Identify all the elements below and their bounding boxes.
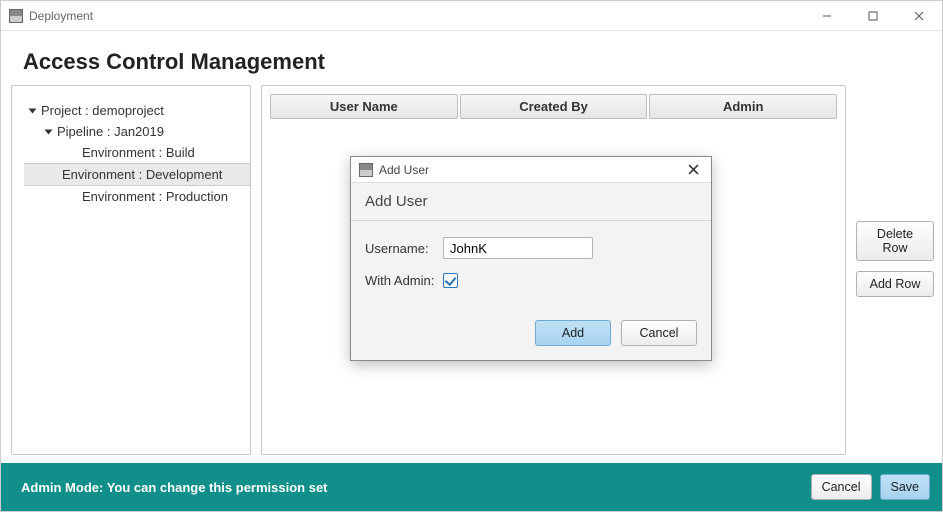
footer-buttons: Cancel Save (811, 474, 930, 500)
th-created-by[interactable]: Created By (460, 94, 648, 119)
page-header: Access Control Management (1, 31, 942, 85)
dialog-actions: Add Cancel (351, 312, 711, 360)
with-admin-checkbox[interactable] (443, 273, 458, 288)
minimize-button[interactable] (804, 1, 850, 31)
content-area: Project : demoproject Pipeline : Jan2019… (1, 85, 942, 463)
tree-env-build[interactable]: Environment : Build (78, 142, 240, 163)
delete-row-button[interactable]: Delete Row (856, 221, 934, 261)
main-panel: User Name Created By Admin Add User Add … (261, 85, 846, 455)
chevron-down-icon (45, 129, 53, 134)
th-admin[interactable]: Admin (649, 94, 837, 119)
table-header: User Name Created By Admin (270, 94, 837, 119)
app-icon (9, 9, 23, 23)
dialog-cancel-button[interactable]: Cancel (621, 320, 697, 346)
tree-project[interactable]: Project : demoproject (26, 100, 240, 121)
tree-pipeline[interactable]: Pipeline : Jan2019 (42, 121, 240, 142)
tree-env-dev-label: Environment : Development (62, 167, 222, 182)
chevron-down-icon (29, 108, 37, 113)
add-user-dialog: Add User Add User Username: With Admin: (350, 156, 712, 361)
dialog-close-button[interactable] (683, 160, 703, 180)
username-label: Username: (365, 241, 443, 256)
tree-pipeline-label: Pipeline : Jan2019 (57, 124, 164, 139)
tree-env-build-label: Environment : Build (82, 145, 195, 160)
titlebar: Deployment (1, 1, 942, 31)
tree-panel: Project : demoproject Pipeline : Jan2019… (11, 85, 251, 455)
footer-cancel-button[interactable]: Cancel (811, 474, 872, 500)
window-title: Deployment (29, 9, 93, 23)
username-input[interactable] (443, 237, 593, 259)
tree-env-production[interactable]: Environment : Production (78, 186, 240, 207)
footer-status: Admin Mode: You can change this permissi… (21, 480, 328, 495)
dialog-window-title: Add User (379, 163, 429, 177)
app-window: Deployment Access Control Management Pro… (0, 0, 943, 512)
add-row-button[interactable]: Add Row (856, 271, 934, 297)
window-controls (804, 1, 942, 31)
dialog-titlebar: Add User (351, 157, 711, 183)
dialog-icon (359, 163, 373, 177)
footer-save-button[interactable]: Save (880, 474, 931, 500)
dialog-header: Add User (351, 183, 711, 221)
titlebar-left: Deployment (9, 9, 93, 23)
with-admin-label: With Admin: (365, 273, 443, 288)
th-user-name[interactable]: User Name (270, 94, 458, 119)
close-button[interactable] (896, 1, 942, 31)
footer: Admin Mode: You can change this permissi… (1, 463, 942, 511)
dialog-body: Username: With Admin: (351, 221, 711, 312)
tree-project-label: Project : demoproject (41, 103, 164, 118)
tree-env-development[interactable]: Environment : Development (24, 163, 250, 186)
side-buttons: Delete Row Add Row (856, 85, 934, 455)
add-button[interactable]: Add (535, 320, 611, 346)
maximize-button[interactable] (850, 1, 896, 31)
page-title: Access Control Management (23, 49, 920, 75)
tree-env-prod-label: Environment : Production (82, 189, 228, 204)
